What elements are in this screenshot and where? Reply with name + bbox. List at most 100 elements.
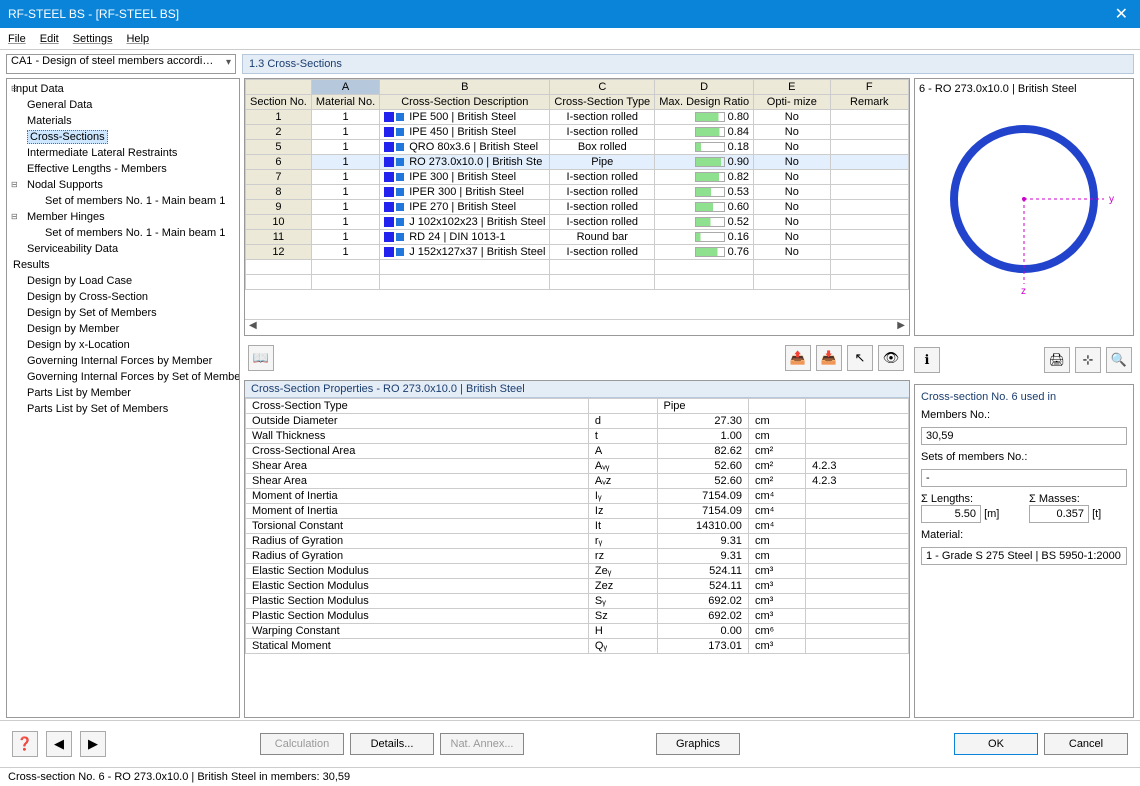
property-row: Radius of Gyrationrᵧ9.31cm bbox=[246, 534, 909, 549]
property-row: Elastic Section ModulusZeᵧ524.11cm³ bbox=[246, 564, 909, 579]
properties-table[interactable]: Cross-Section Properties - RO 273.0x10.0… bbox=[244, 380, 910, 718]
grid-row[interactable]: 5 1 QRO 80x3.6 | British Steel Box rolle… bbox=[246, 140, 909, 155]
menubar: File Edit Settings Help bbox=[0, 28, 1140, 50]
svg-text:y: y bbox=[1109, 194, 1114, 205]
sets-no-field[interactable]: - bbox=[921, 469, 1127, 487]
grid-row[interactable]: 11 1 RD 24 | DIN 1013-1 Round bar 0.16 N… bbox=[246, 230, 909, 245]
properties-title: Cross-Section Properties - RO 273.0x10.0… bbox=[245, 381, 909, 398]
calculation-button[interactable]: Calculation bbox=[260, 733, 344, 755]
titlebar: RF-STEEL BS - [RF-STEEL BS] ✕ bbox=[0, 0, 1140, 28]
print-icon[interactable]: 🖨 bbox=[1044, 347, 1070, 373]
tree-r7[interactable]: Parts List by Member bbox=[9, 385, 237, 401]
tree-r4[interactable]: Design by x-Location bbox=[9, 337, 237, 353]
magnifier-icon[interactable]: 🔍 bbox=[1106, 347, 1132, 373]
sigma-lengths-unit: [m] bbox=[984, 508, 999, 520]
menu-file[interactable]: File bbox=[8, 33, 26, 45]
sigma-lengths-field[interactable]: 5.50 bbox=[921, 505, 981, 523]
sigma-masses-unit: [t] bbox=[1092, 508, 1101, 520]
material-label: Material: bbox=[921, 529, 1127, 541]
section-preview: 6 - RO 273.0x10.0 | British Steel y z bbox=[914, 78, 1134, 336]
prev-icon[interactable]: ◀ bbox=[46, 731, 72, 757]
tree-input-data[interactable]: Input Data bbox=[9, 81, 237, 97]
tree-r0[interactable]: Design by Load Case bbox=[9, 273, 237, 289]
ok-button[interactable]: OK bbox=[954, 733, 1038, 755]
property-row: Moment of InertiaIz7154.09cm⁴ bbox=[246, 504, 909, 519]
statusbar: Cross-section No. 6 - RO 273.0x10.0 | Br… bbox=[0, 767, 1140, 786]
section-header: 1.3 Cross-Sections bbox=[242, 54, 1134, 74]
grid-scrollbar[interactable]: ◀▶ bbox=[245, 319, 909, 335]
used-in-label: Cross-section No. 6 used in bbox=[921, 391, 1127, 403]
tree-r3[interactable]: Design by Member bbox=[9, 321, 237, 337]
cancel-button[interactable]: Cancel bbox=[1044, 733, 1128, 755]
preview-title: 6 - RO 273.0x10.0 | British Steel bbox=[919, 83, 1129, 95]
sigma-masses-label: Σ Masses: bbox=[1029, 493, 1127, 505]
menu-settings[interactable]: Settings bbox=[73, 33, 113, 45]
pick-icon[interactable]: ↖ bbox=[847, 345, 873, 371]
members-no-label: Members No.: bbox=[921, 409, 1127, 421]
case-combo[interactable]: CA1 - Design of steel members according … bbox=[6, 54, 236, 74]
sigma-masses-field[interactable]: 0.357 bbox=[1029, 505, 1089, 523]
tree-nodal-supports[interactable]: Nodal Supports bbox=[9, 177, 237, 193]
import-icon[interactable]: 📥 bbox=[816, 345, 842, 371]
property-row: Cross-Sectional AreaA82.62cm² bbox=[246, 444, 909, 459]
eye-icon[interactable]: 👁 bbox=[878, 345, 904, 371]
library-icon[interactable]: 📖 bbox=[248, 345, 274, 371]
tree-r5[interactable]: Governing Internal Forces by Member bbox=[9, 353, 237, 369]
property-row: Plastic Section ModulusSz692.02cm³ bbox=[246, 609, 909, 624]
details-button[interactable]: Details... bbox=[350, 733, 434, 755]
tree-results[interactable]: Results bbox=[9, 257, 237, 273]
property-row: Warping ConstantH0.00cm⁶ bbox=[246, 624, 909, 639]
grid-row[interactable]: 9 1 IPE 270 | British Steel I-section ro… bbox=[246, 200, 909, 215]
grid-row[interactable]: 7 1 IPE 300 | British Steel I-section ro… bbox=[246, 170, 909, 185]
members-no-field[interactable]: 30,59 bbox=[921, 427, 1127, 445]
next-icon[interactable]: ▶ bbox=[80, 731, 106, 757]
property-row: Shear AreaAᵥᵧ52.60cm²4.2.3 bbox=[246, 459, 909, 474]
help-icon[interactable]: ❓ bbox=[12, 731, 38, 757]
sets-no-label: Sets of members No.: bbox=[921, 451, 1127, 463]
tree-r8[interactable]: Parts List by Set of Members bbox=[9, 401, 237, 417]
section-drawing: y z bbox=[919, 99, 1129, 299]
grid-row[interactable]: 10 1 J 102x102x23 | British Steel I-sect… bbox=[246, 215, 909, 230]
tree-cross-sections[interactable]: Cross-Sections bbox=[27, 130, 108, 144]
property-row: Wall Thicknesst1.00cm bbox=[246, 429, 909, 444]
tree-general-data[interactable]: General Data bbox=[9, 97, 237, 113]
info-icon[interactable]: ℹ bbox=[914, 347, 940, 373]
graphics-button[interactable]: Graphics bbox=[656, 733, 740, 755]
grid-row[interactable]: 12 1 J 152x127x37 | British Steel I-sect… bbox=[246, 245, 909, 260]
export-icon[interactable]: 📤 bbox=[785, 345, 811, 371]
tree-r6[interactable]: Governing Internal Forces by Set of Memb… bbox=[9, 369, 237, 385]
cross-sections-grid[interactable]: ABC DEF Section No. Material No. Cross-S… bbox=[244, 78, 910, 336]
window-title: RF-STEEL BS - [RF-STEEL BS] bbox=[8, 7, 1111, 21]
tree-r1[interactable]: Design by Cross-Section bbox=[9, 289, 237, 305]
tree-effective-lengths[interactable]: Effective Lengths - Members bbox=[9, 161, 237, 177]
grid-row[interactable]: 2 1 IPE 450 | British Steel I-section ro… bbox=[246, 125, 909, 140]
property-row: Elastic Section ModulusZez524.11cm³ bbox=[246, 579, 909, 594]
sigma-lengths-label: Σ Lengths: bbox=[921, 493, 1019, 505]
property-row: Statical MomentQᵧ173.01cm³ bbox=[246, 639, 909, 654]
property-row: Outside Diameterd27.30cm bbox=[246, 414, 909, 429]
tree-nodal-child[interactable]: Set of members No. 1 - Main beam 1 bbox=[9, 193, 237, 209]
menu-help[interactable]: Help bbox=[126, 33, 149, 45]
tree-hinges-child[interactable]: Set of members No. 1 - Main beam 1 bbox=[9, 225, 237, 241]
tree-intermediate-lateral[interactable]: Intermediate Lateral Restraints bbox=[9, 145, 237, 161]
material-field[interactable]: 1 - Grade S 275 Steel | BS 5950-1:2000 bbox=[921, 547, 1127, 565]
close-icon[interactable]: ✕ bbox=[1111, 4, 1132, 24]
navigation-tree[interactable]: Input Data General Data Materials Cross-… bbox=[6, 78, 240, 718]
tree-member-hinges[interactable]: Member Hinges bbox=[9, 209, 237, 225]
menu-edit[interactable]: Edit bbox=[40, 33, 59, 45]
grid-row[interactable]: 6 1 RO 273.0x10.0 | British Ste Pipe 0.9… bbox=[246, 155, 909, 170]
grid-row[interactable]: 8 1 IPER 300 | British Steel I-section r… bbox=[246, 185, 909, 200]
property-row: Shear AreaAᵥz52.60cm²4.2.3 bbox=[246, 474, 909, 489]
property-row: Cross-Section TypePipe bbox=[246, 399, 909, 414]
tree-serviceability[interactable]: Serviceability Data bbox=[9, 241, 237, 257]
nat-annex-button[interactable]: Nat. Annex... bbox=[440, 733, 524, 755]
property-row: Moment of InertiaIᵧ7154.09cm⁴ bbox=[246, 489, 909, 504]
property-row: Torsional ConstantIt14310.00cm⁴ bbox=[246, 519, 909, 534]
axes-icon[interactable]: ⊹ bbox=[1075, 347, 1101, 373]
grid-row[interactable]: 1 1 IPE 500 | British Steel I-section ro… bbox=[246, 110, 909, 125]
tree-r2[interactable]: Design by Set of Members bbox=[9, 305, 237, 321]
property-row: Plastic Section ModulusSᵧ692.02cm³ bbox=[246, 594, 909, 609]
property-row: Radius of Gyrationrz9.31cm bbox=[246, 549, 909, 564]
svg-text:z: z bbox=[1021, 286, 1026, 297]
tree-materials[interactable]: Materials bbox=[9, 113, 237, 129]
